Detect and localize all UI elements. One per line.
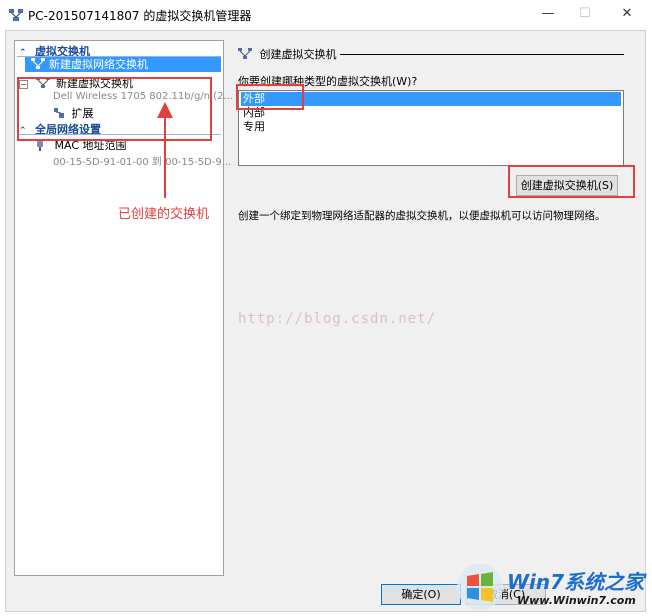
site-brand: Win7系统之家: [507, 570, 645, 594]
header-title: 创建虚拟交换机: [259, 48, 337, 61]
switch-type-option-private[interactable]: 专用: [241, 120, 265, 134]
details-pane: 创建虚拟交换机 你要创建哪种类型的虚拟交换机(W)? 外部 内部 专用 创建虚拟…: [228, 40, 640, 576]
mac-range-value: 00-15-5D-91-01-00 到 00-15-5D-9...: [53, 157, 232, 168]
annotation-created-switch-label: 已创建的交换机: [118, 207, 210, 222]
minimize-button[interactable]: —: [533, 4, 563, 24]
network-switch-icon: [31, 58, 45, 69]
annotation-arrow-icon: [157, 102, 173, 198]
annotation-box-created-switch: [17, 77, 212, 141]
annotation-box-create-button: [508, 165, 635, 198]
switch-type-description: 创建一个绑定到物理网络适配器的虚拟交换机，以便虚拟机可以访问物理网络。: [238, 210, 606, 222]
close-button[interactable]: ✕: [612, 4, 642, 24]
window-title: PC-201507141807 的虚拟交换机管理器: [28, 9, 252, 23]
site-url: Www.Winwin7.com: [517, 594, 636, 607]
site-watermark-logo: Win7系统之家 Www.Winwin7.com: [455, 560, 650, 614]
maximize-button[interactable]: ☐: [570, 4, 600, 24]
windows-logo-icon: [457, 564, 503, 610]
header-rule: [340, 54, 624, 55]
tree-item-label: 新建虚拟网络交换机: [49, 58, 148, 71]
tree-item-new-virtual-switch[interactable]: 新建虚拟网络交换机: [25, 57, 221, 72]
create-switch-header: 创建虚拟交换机: [238, 46, 337, 62]
title-bar: PC-201507141807 的虚拟交换机管理器 — ☐ ✕: [0, 0, 652, 30]
blog-watermark: http://blog.csdn.net/: [238, 311, 437, 327]
virtual-switch-manager-icon: [9, 9, 23, 21]
network-switch-icon: [238, 48, 252, 59]
annotation-box-external-type: [236, 84, 304, 110]
ok-button[interactable]: 确定(O): [381, 584, 461, 605]
